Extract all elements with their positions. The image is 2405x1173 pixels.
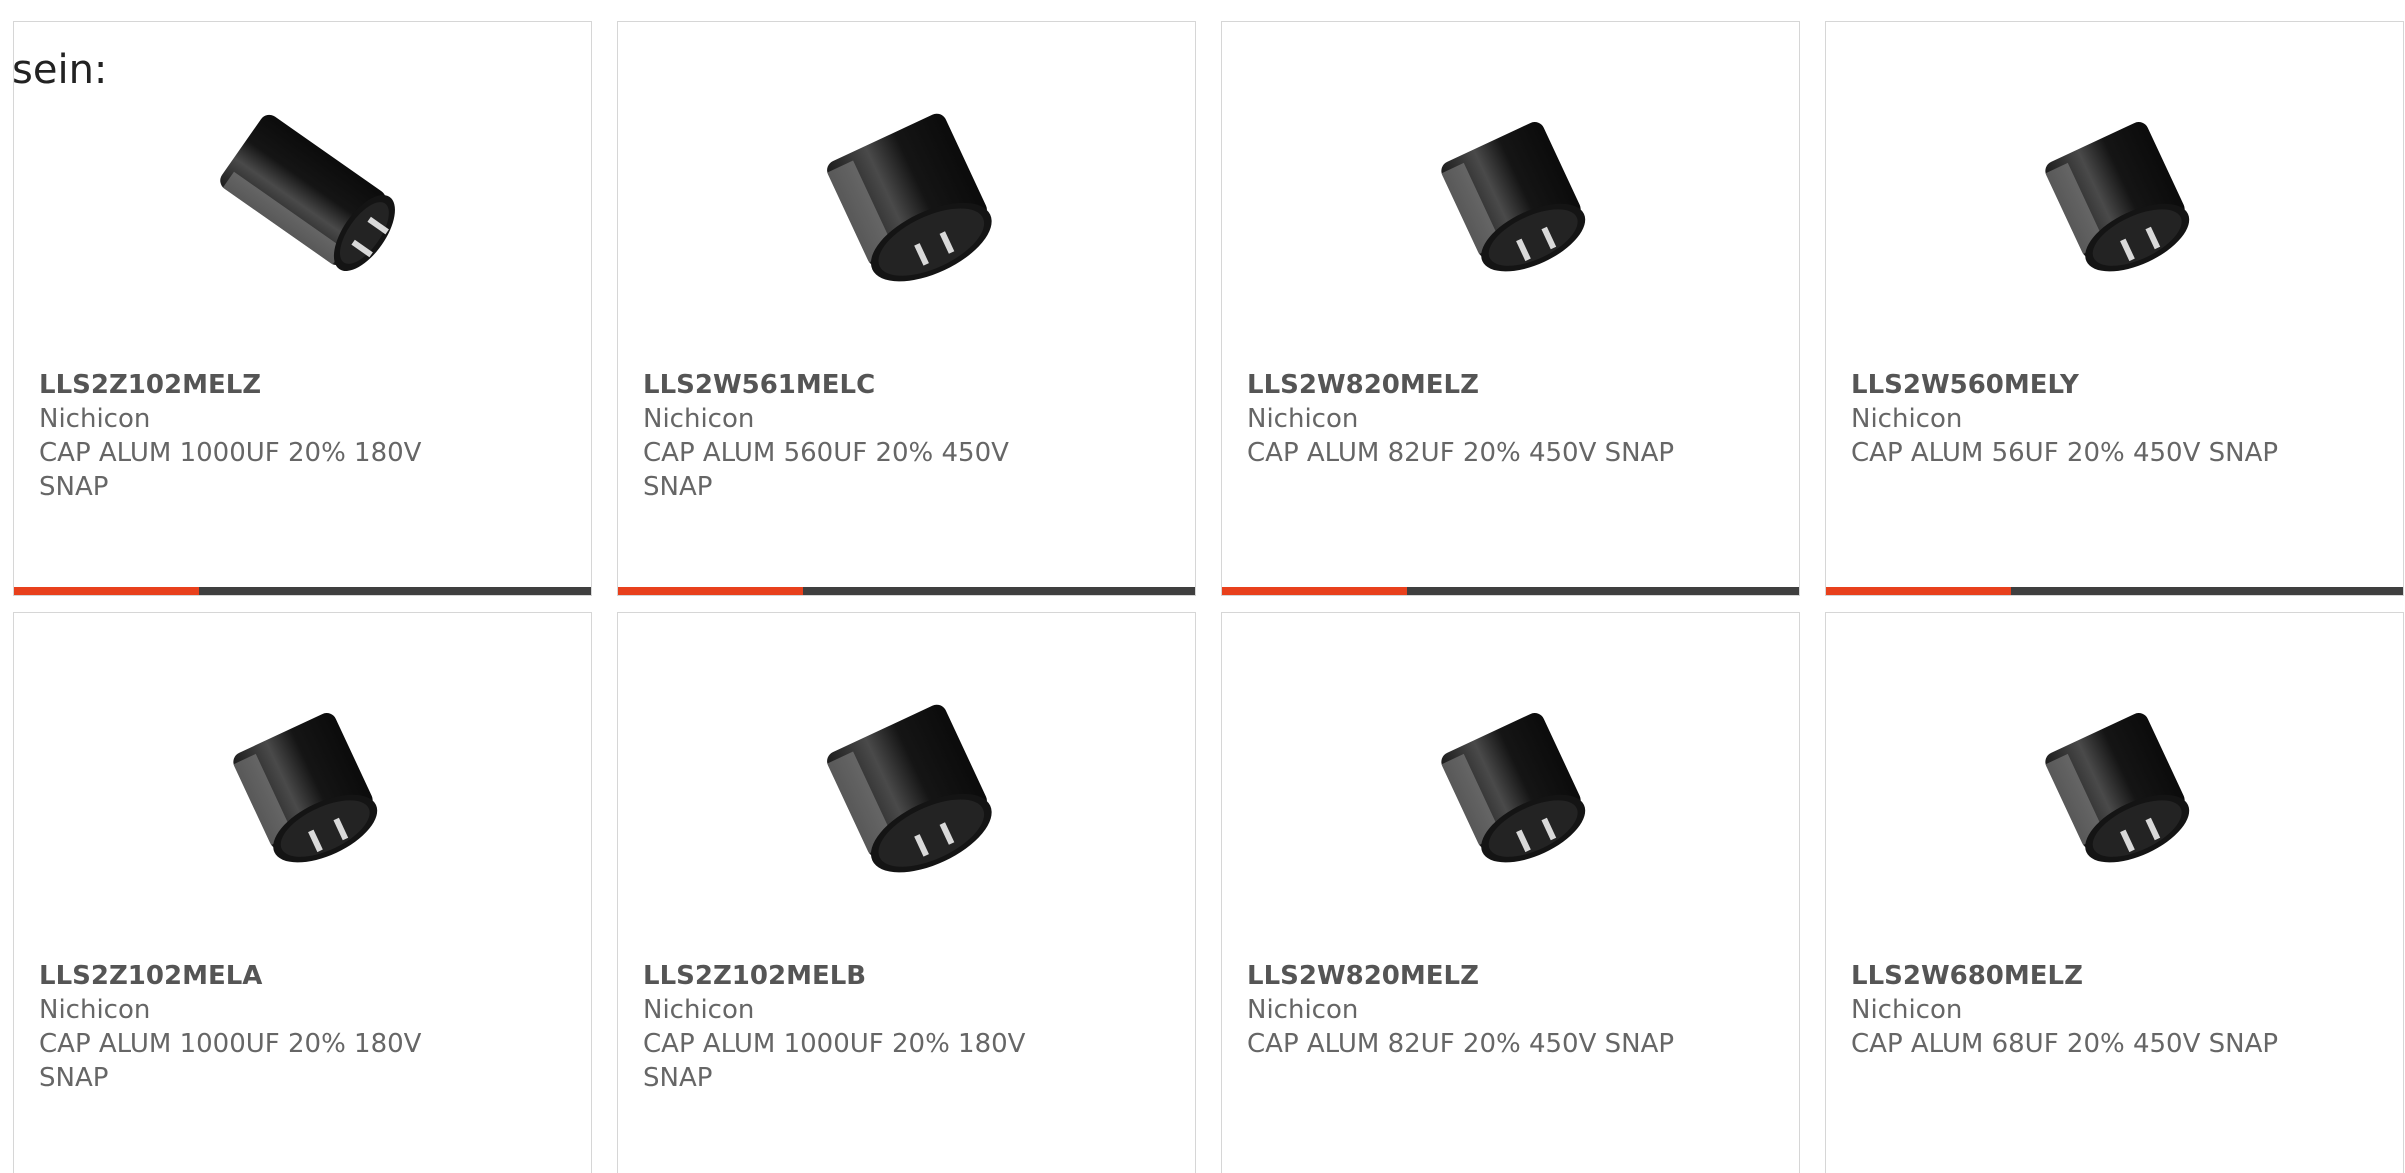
product-info: LLS2W560MELY Nichicon CAP ALUM 56UF 20% 45… (1851, 368, 2383, 470)
manufacturer-name: Nichicon (643, 995, 755, 1025)
card-progress-bar (1826, 587, 2403, 595)
card-progress-fill (14, 587, 199, 595)
product-description: CAP ALUM 1000UF 20% 180V SNAP (39, 1029, 422, 1093)
product-card[interactable]: LLS2Z102MELB Nichicon CAP ALUM 1000UF 20% … (617, 612, 1196, 1173)
manufacturer-name: Nichicon (39, 404, 151, 434)
manufacturer-name: Nichicon (1247, 404, 1359, 434)
manufacturer-name: Nichicon (39, 995, 151, 1025)
part-number-link[interactable]: LLS2W820MELZ (1247, 959, 1779, 993)
part-number-link[interactable]: LLS2W560MELY (1851, 368, 2383, 402)
capacitor-icon[interactable] (806, 89, 1008, 291)
product-card[interactable]: LLS2Z102MELA Nichicon CAP ALUM 1000UF 20% … (13, 612, 592, 1173)
product-card[interactable]: LLS2W561MELC Nichicon CAP ALUM 560UF 20% 4… (617, 21, 1196, 596)
part-number-link[interactable]: LLS2W680MELZ (1851, 959, 2383, 993)
manufacturer-name: Nichicon (643, 404, 755, 434)
product-info: LLS2W820MELZ Nichicon CAP ALUM 82UF 20% 45… (1247, 368, 1779, 470)
capacitor-icon[interactable] (202, 680, 404, 882)
card-progress-bar (1222, 587, 1799, 595)
product-description: CAP ALUM 560UF 20% 450V SNAP (643, 438, 1009, 502)
part-number-link[interactable]: LLS2Z102MELZ (39, 368, 571, 402)
product-grid-page: sein: LLS2Z102MELZ Nichicon CAP ALUM 1000U… (0, 0, 2405, 1173)
product-description: CAP ALUM 1000UF 20% 180V SNAP (39, 438, 422, 502)
capacitor-icon[interactable] (1410, 89, 1612, 291)
product-info: LLS2Z102MELA Nichicon CAP ALUM 1000UF 20% … (39, 959, 571, 1095)
product-info: LLS2Z102MELZ Nichicon CAP ALUM 1000UF 20% … (39, 368, 571, 504)
card-progress-fill (618, 587, 803, 595)
capacitor-icon[interactable] (2014, 89, 2216, 291)
product-description: CAP ALUM 56UF 20% 450V SNAP (1851, 438, 2279, 468)
product-card[interactable]: LLS2W820MELZ Nichicon CAP ALUM 82UF 20% 45… (1221, 612, 1800, 1173)
card-progress-bar (618, 587, 1195, 595)
product-card[interactable]: LLS2Z102MELZ Nichicon CAP ALUM 1000UF 20% … (13, 21, 592, 596)
product-description: CAP ALUM 82UF 20% 450V SNAP (1247, 1029, 1675, 1059)
card-progress-fill (1222, 587, 1407, 595)
part-number-link[interactable]: LLS2W820MELZ (1247, 368, 1779, 402)
product-info: LLS2W561MELC Nichicon CAP ALUM 560UF 20% 4… (643, 368, 1175, 504)
product-info: LLS2W680MELZ Nichicon CAP ALUM 68UF 20% 45… (1851, 959, 2383, 1061)
part-number-link[interactable]: LLS2W561MELC (643, 368, 1175, 402)
product-card[interactable]: LLS2W820MELZ Nichicon CAP ALUM 82UF 20% 45… (1221, 21, 1800, 596)
card-progress-bar (14, 587, 591, 595)
product-card[interactable]: LLS2W560MELY Nichicon CAP ALUM 56UF 20% 45… (1825, 21, 2404, 596)
part-number-link[interactable]: LLS2Z102MELA (39, 959, 571, 993)
product-card[interactable]: LLS2W680MELZ Nichicon CAP ALUM 68UF 20% 45… (1825, 612, 2404, 1173)
capacitor-icon[interactable] (806, 680, 1008, 882)
manufacturer-name: Nichicon (1851, 995, 1963, 1025)
product-description: CAP ALUM 82UF 20% 450V SNAP (1247, 438, 1675, 468)
lead-text: sein: (12, 47, 108, 93)
product-info: LLS2Z102MELB Nichicon CAP ALUM 1000UF 20% … (643, 959, 1175, 1095)
product-description: CAP ALUM 68UF 20% 450V SNAP (1851, 1029, 2279, 1059)
capacitor-icon[interactable] (2014, 680, 2216, 882)
capacitor-icon[interactable] (202, 89, 404, 291)
capacitor-icon[interactable] (1410, 680, 1612, 882)
card-progress-fill (1826, 587, 2011, 595)
part-number-link[interactable]: LLS2Z102MELB (643, 959, 1175, 993)
manufacturer-name: Nichicon (1851, 404, 1963, 434)
product-info: LLS2W820MELZ Nichicon CAP ALUM 82UF 20% 45… (1247, 959, 1779, 1061)
manufacturer-name: Nichicon (1247, 995, 1359, 1025)
product-description: CAP ALUM 1000UF 20% 180V SNAP (643, 1029, 1026, 1093)
